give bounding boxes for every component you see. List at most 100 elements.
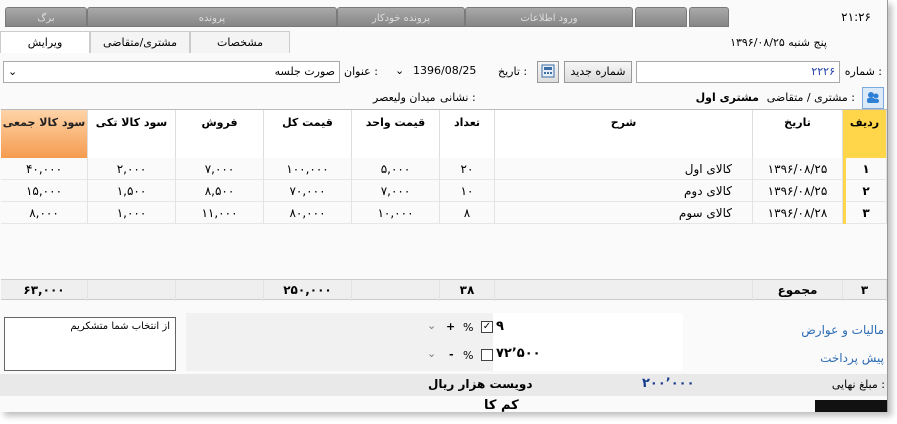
date-label: تاریخ : [498,65,528,78]
main-window: برگ پرونده پرونده خودکار ورود اطلاعات ۲۱… [0,0,888,412]
number-field[interactable]: ۲۲۲۶ [636,61,840,83]
col-total-price[interactable]: قیمت کل [264,110,352,158]
totals-empty [88,280,176,301]
tax-plus[interactable]: + [446,320,455,333]
users-icon [867,92,879,103]
totals-row: ۳ مجموع ۳۸ ۲۵۰,۰۰۰ ۶۳,۰۰۰ [1,279,887,301]
prepay-value[interactable]: ۷۲٬۵۰۰ [496,346,541,361]
calculator-button[interactable] [537,61,559,83]
row-sale: ۱۱,۰۰۰ [176,202,264,224]
final-label: مبلغ نهایی : [831,378,885,391]
date-field[interactable]: ⌄ 1396/08/25 [393,61,493,83]
final-amount-bar: مبلغ نهایی : ۲۰۰٬۰۰۰ دویست هزار ریال [0,374,887,396]
row-unit: ۵,۰۰۰ [352,158,440,180]
header-fields: شماره : ۲۲۲۶ شماره جدید تاریخ : ⌄ 1396/0… [0,61,887,83]
note-textarea[interactable]: از انتخاب شما متشکریم [4,317,176,371]
row-desc: کالای اول [495,158,753,180]
row-desc: کالای سوم [495,202,753,224]
totals-empty [176,280,264,301]
totals-count: ۳ [843,280,887,301]
chevron-down-icon[interactable]: ⌄ [427,347,436,360]
totals-qty: ۳۸ [440,280,495,301]
prepay-link[interactable]: پیش پرداخت [820,351,884,365]
row-single: ۱,۵۰۰ [88,180,176,202]
table-row[interactable]: ۳ ۱۳۹۶/۰۸/۲۸ کالای سوم ۸ ۱۰,۰۰۰ ۸۰,۰۰۰ ۱… [1,202,887,224]
partial-text: کم کا [484,398,519,412]
col-date[interactable]: تاریخ [753,110,843,158]
number-label: شماره : [844,65,882,78]
address-value: میدان ولیعصر [373,91,436,104]
row-date: ۱۳۹۶/۰۸/۲۵ [753,180,843,202]
tab-auto-parvande[interactable]: پرونده خودکار [337,7,465,27]
prepay-percent: % [463,349,474,362]
tab-specs[interactable]: مشخصات [190,31,290,53]
row-total: ۸۰,۰۰۰ [264,202,352,224]
chevron-down-icon: ⌄ [8,65,18,78]
final-value: ۲۰۰٬۰۰۰ [642,376,695,391]
row-unit: ۷,۰۰۰ [352,180,440,202]
customer-label: مشتری / متقاضی : [766,91,855,104]
tax-checkbox[interactable]: ✓ [481,321,493,333]
chevron-down-icon[interactable]: ⌄ [427,319,436,332]
tax-link[interactable]: مالیات و عوارض [801,323,884,337]
col-unit-price[interactable]: قیمت واحد [352,110,440,158]
tab-data-entry[interactable]: ورود اطلاعات [465,7,633,27]
col-single-profit[interactable]: سود کالا تکی [88,110,176,158]
col-desc[interactable]: شرح [495,110,753,158]
top-tab-strip: برگ پرونده پرونده خودکار ورود اطلاعات [0,7,790,27]
row-qty: ۱۰ [440,180,495,202]
totals-empty [495,280,753,301]
title-label: عنوان : [344,65,378,78]
prepay-minus[interactable]: - [449,348,454,361]
row-index: ۱ [843,158,887,180]
row-single: ۲,۰۰۰ [88,158,176,180]
customer-value: مشتری اول [695,91,759,104]
values-panel [493,313,683,371]
chevron-down-icon[interactable]: ⌄ [395,61,404,81]
row-total: ۱۰۰,۰۰۰ [264,158,352,180]
row-group: ۸,۰۰۰ [1,202,88,224]
table-row[interactable]: ۲ ۱۳۹۶/۰۸/۲۵ کالای دوم ۱۰ ۷,۰۰۰ ۷۰,۰۰۰ ۸… [1,180,887,202]
tab-blank-2[interactable] [689,7,729,27]
row-total: ۷۰,۰۰۰ [264,180,352,202]
items-table: ردیف تاریخ شرح تعداد قیمت واحد قیمت کل ف… [1,109,887,301]
title-select[interactable]: ⌄ صورت جلسه [3,61,340,83]
row-date: ۱۳۹۶/۰۸/۲۵ [753,158,843,180]
row-sale: ۸,۵۰۰ [176,180,264,202]
col-group-profit[interactable]: سود کالا جمعی [1,110,88,158]
row-qty: ۲۰ [440,158,495,180]
tab-edit[interactable]: ویرایش [0,31,90,53]
table-row[interactable]: ۱ ۱۳۹۶/۰۸/۲۵ کالای اول ۲۰ ۵,۰۰۰ ۱۰۰,۰۰۰ … [1,158,887,180]
tab-parvande[interactable]: پرونده [87,7,337,27]
totals-total: ۲۵۰,۰۰۰ [264,280,352,301]
row-sale: ۷,۰۰۰ [176,158,264,180]
col-row[interactable]: ردیف [843,110,887,158]
row-group: ۴۰,۰۰۰ [1,158,88,180]
tax-value[interactable]: ۹ [496,319,504,334]
tax-percent: % [463,321,474,334]
row-index: ۲ [843,180,887,202]
date-line: پنج شنبه ۱۳۹۶/۰۸/۲۵ [730,36,827,49]
row-group: ۱۵,۰۰۰ [1,180,88,202]
prepay-checkbox[interactable] [481,349,493,361]
sub-tabs: ویرایش مشتری/متقاضی مشخصات [0,31,290,53]
final-words: دویست هزار ریال [428,377,533,391]
col-sale[interactable]: فروش [176,110,264,158]
totals-empty [352,280,440,301]
tab-barg[interactable]: برگ [5,7,87,27]
customer-button[interactable] [862,87,884,109]
row-index: ۳ [843,202,887,224]
address-label: نشانی : [440,91,476,104]
row-single: ۱,۰۰۰ [88,202,176,224]
tab-customer[interactable]: مشتری/متقاضی [90,31,190,53]
tab-blank-1[interactable] [635,7,687,27]
clock: ۲۱:۲۶ [841,10,871,24]
row-date: ۱۳۹۶/۰۸/۲۸ [753,202,843,224]
row-desc: کالای دوم [495,180,753,202]
new-number-button[interactable]: شماره جدید [564,61,632,83]
row-unit: ۱۰,۰۰۰ [352,202,440,224]
dark-strip [815,400,887,412]
col-qty[interactable]: تعداد [440,110,495,158]
calculator-icon [541,64,555,78]
totals-group: ۶۳,۰۰۰ [1,280,88,301]
